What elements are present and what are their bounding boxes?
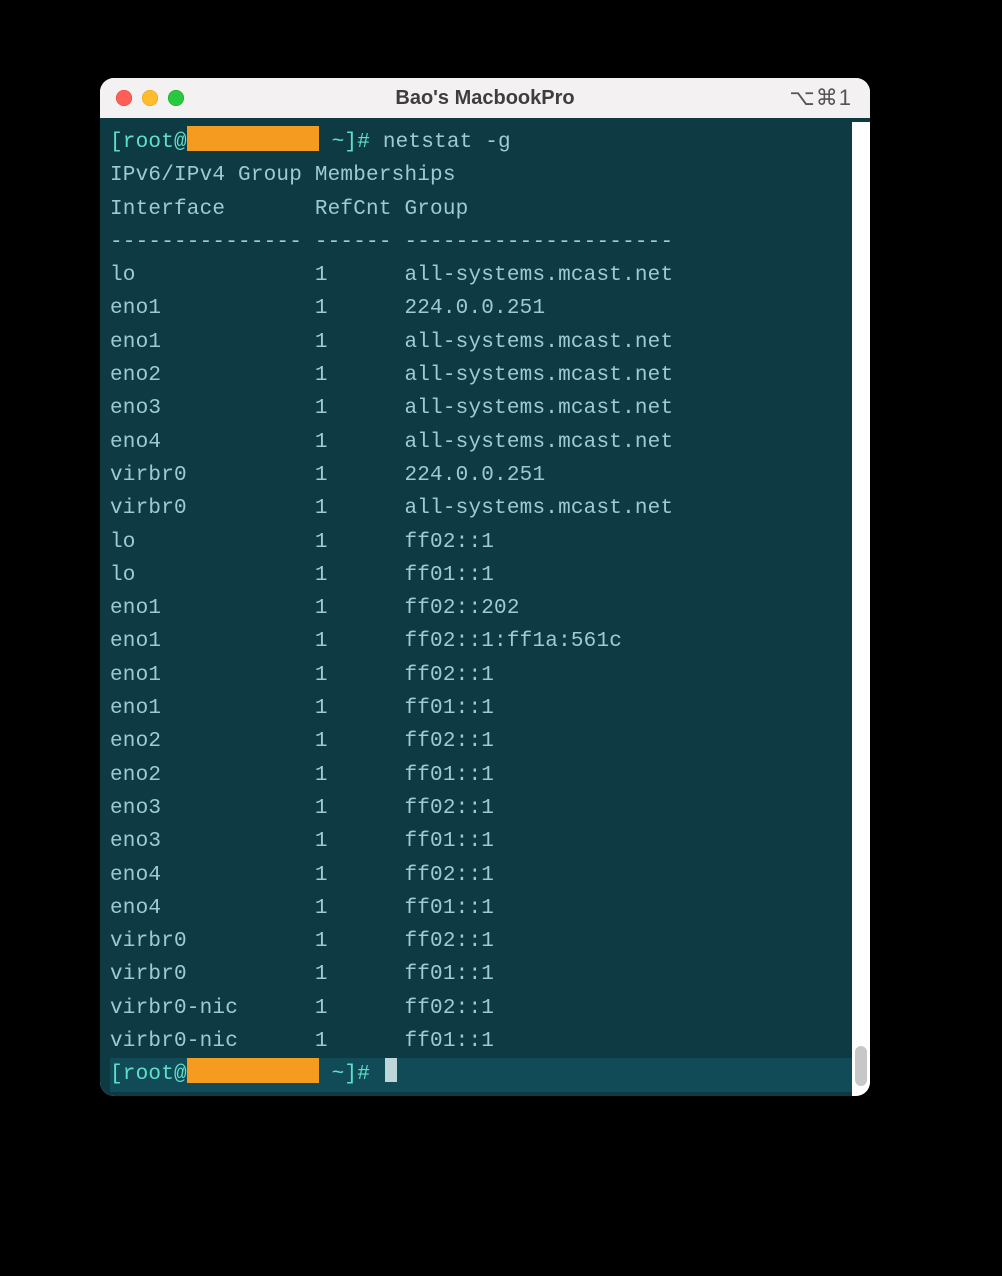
output-heading: IPv6/IPv4 Group Memberships <box>110 159 870 192</box>
output-row: lo 1 all-systems.mcast.net <box>110 259 870 292</box>
output-row: eno1 1 ff02::1 <box>110 659 870 692</box>
output-row: eno3 1 ff02::1 <box>110 792 870 825</box>
output-row: eno1 1 all-systems.mcast.net <box>110 326 870 359</box>
prompt-close: ~]# <box>319 1063 383 1086</box>
output-row: eno2 1 ff02::1 <box>110 725 870 758</box>
output-row: virbr0-nic 1 ff02::1 <box>110 992 870 1025</box>
scrollbar-thumb[interactable] <box>855 1046 867 1086</box>
output-row: lo 1 ff02::1 <box>110 526 870 559</box>
output-row: eno1 1 ff02::1:ff1a:561c <box>110 625 870 658</box>
output-column-headers: Interface RefCnt Group <box>110 193 870 226</box>
hostname-redacted <box>187 1058 319 1083</box>
output-row: virbr0 1 all-systems.mcast.net <box>110 492 870 525</box>
minimize-button[interactable] <box>142 90 158 106</box>
output-row: eno4 1 all-systems.mcast.net <box>110 426 870 459</box>
window-shortcut-hint: ⌥⌘1 <box>789 85 852 111</box>
output-row: eno1 1 ff01::1 <box>110 692 870 725</box>
output-row: lo 1 ff01::1 <box>110 559 870 592</box>
output-row: virbr0 1 224.0.0.251 <box>110 459 870 492</box>
output-row: virbr0 1 ff02::1 <box>110 925 870 958</box>
titlebar: Bao's MacbookPro ⌥⌘1 <box>100 78 870 118</box>
output-separator: --------------- ------ -----------------… <box>110 226 870 259</box>
prompt-open: [root@ <box>110 1063 187 1086</box>
zoom-button[interactable] <box>168 90 184 106</box>
output-row: eno1 1 ff02::202 <box>110 592 870 625</box>
output-row: eno2 1 all-systems.mcast.net <box>110 359 870 392</box>
output-row: eno1 1 224.0.0.251 <box>110 292 870 325</box>
traffic-lights <box>116 90 184 106</box>
command-text: netstat -g <box>383 131 511 154</box>
terminal-window: Bao's MacbookPro ⌥⌘1 [root@ ~]# netstat … <box>100 78 870 1096</box>
output-row: eno3 1 ff01::1 <box>110 825 870 858</box>
window-title: Bao's MacbookPro <box>100 87 870 110</box>
output-row: virbr0-nic 1 ff01::1 <box>110 1025 870 1058</box>
terminal-viewport[interactable]: [root@ ~]# netstat -gIPv6/IPv4 Group Mem… <box>100 118 870 1096</box>
prompt-open: [root@ <box>110 131 187 154</box>
prompt-line-active: [root@ ~]# <box>110 1058 870 1091</box>
scrollbar-track[interactable] <box>852 122 870 1096</box>
cursor <box>385 1058 397 1082</box>
output-row: eno3 1 all-systems.mcast.net <box>110 392 870 425</box>
output-row: eno4 1 ff01::1 <box>110 892 870 925</box>
prompt-line: [root@ ~]# netstat -g <box>110 126 870 159</box>
close-button[interactable] <box>116 90 132 106</box>
hostname-redacted <box>187 126 319 151</box>
prompt-close: ~]# <box>319 131 383 154</box>
output-row: eno4 1 ff02::1 <box>110 859 870 892</box>
output-row: virbr0 1 ff01::1 <box>110 958 870 991</box>
output-row: eno2 1 ff01::1 <box>110 759 870 792</box>
